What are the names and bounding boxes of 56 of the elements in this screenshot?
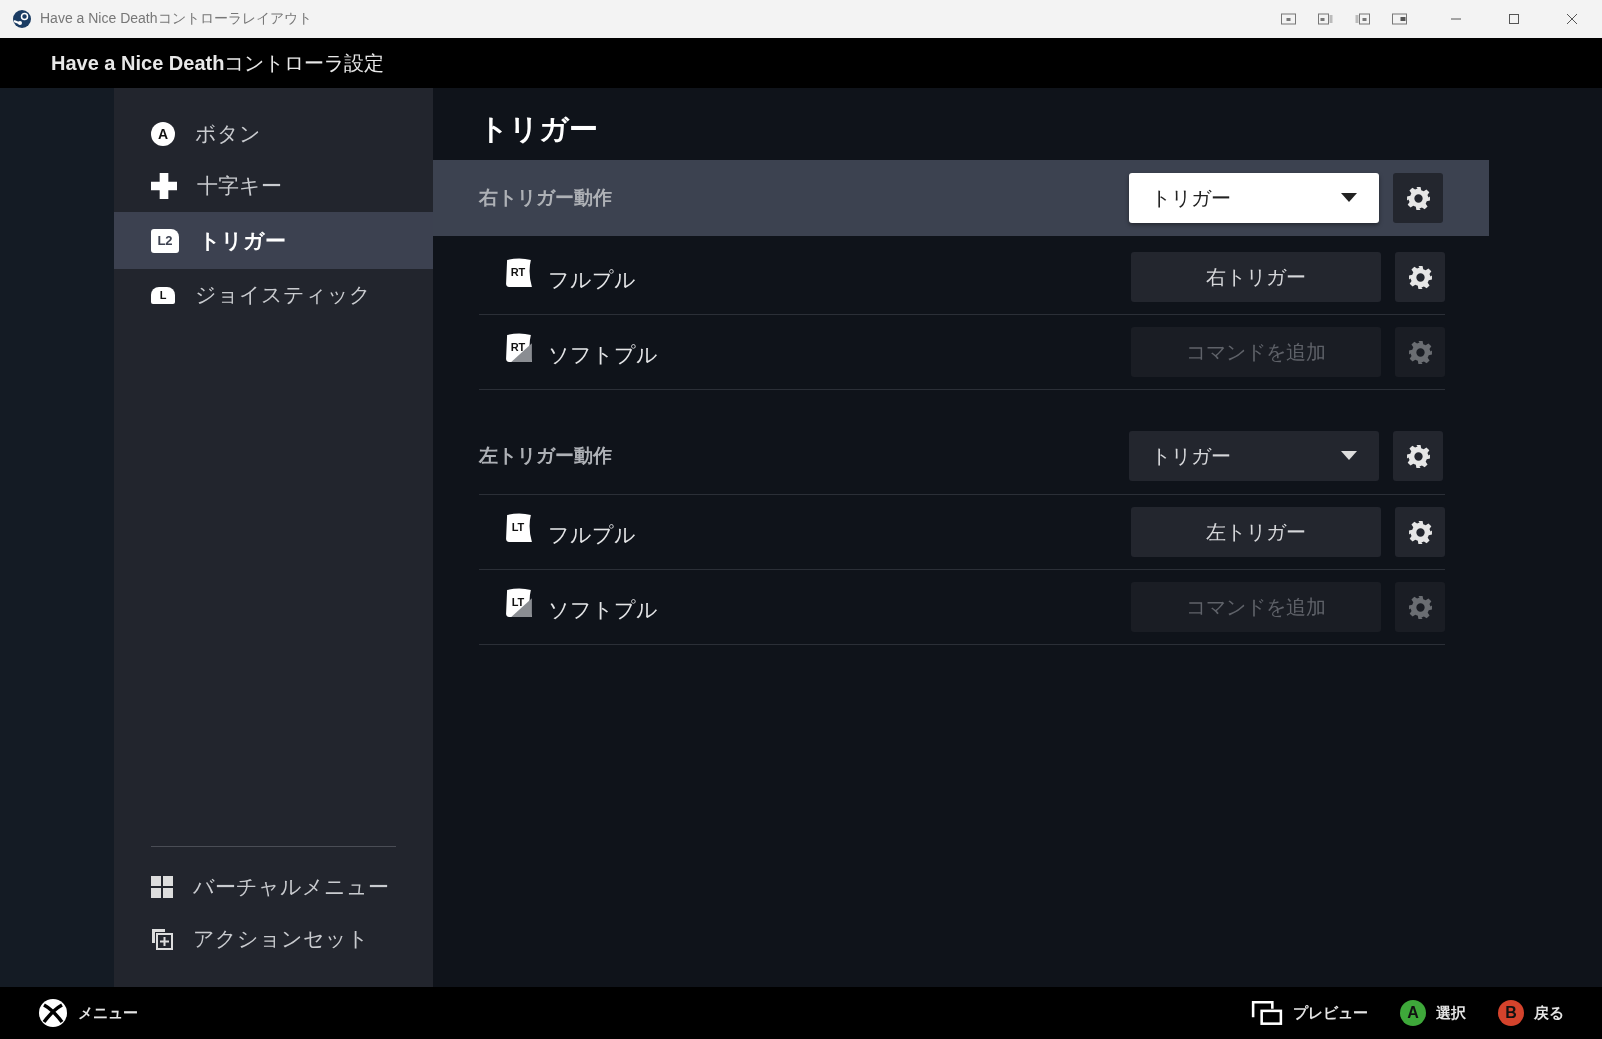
settings-icon	[1407, 519, 1433, 545]
app-logo-icon	[12, 9, 32, 29]
settings-icon	[1407, 339, 1433, 365]
maximize-icon[interactable]	[1508, 13, 1520, 25]
settings-icon	[1405, 443, 1431, 469]
menu-hint: メニュー	[78, 1003, 138, 1023]
settings-button[interactable]	[1393, 431, 1443, 481]
window-title: Have a Nice Deathコントローラレイアウト	[40, 10, 312, 28]
controller-button-icon: B	[1498, 1000, 1524, 1026]
stick-glyph-icon: L	[151, 286, 175, 304]
add-layer-icon	[151, 928, 173, 950]
close-icon[interactable]	[1566, 13, 1578, 25]
caret-icon	[1341, 193, 1357, 203]
action-label: ソフトプル	[548, 342, 658, 368]
action-label: フルプル	[548, 267, 636, 293]
page-title: Have a Nice Deathコントローラ設定	[51, 50, 385, 76]
trigger-glyph-icon: L2	[151, 228, 179, 253]
windows-icon	[1251, 1000, 1283, 1026]
sidebar-item[interactable]: 十字キー	[114, 160, 433, 212]
caret-icon	[1341, 451, 1357, 461]
screen-icon[interactable]	[1317, 13, 1334, 25]
mode-dropdown[interactable]: トリガー	[1129, 173, 1379, 223]
sidebar-item[interactable]: L2 トリガー	[114, 212, 433, 269]
full-trigger-icon: RT	[505, 257, 534, 289]
sidebar-item[interactable]: L ジョイスティック	[114, 269, 433, 321]
action-label: ソフトプル	[548, 597, 658, 623]
button-glyph-icon: A	[151, 122, 175, 146]
screen-icon[interactable]	[1280, 13, 1297, 25]
group-title: 左トリガー動作	[479, 444, 612, 468]
settings-icon	[1405, 185, 1431, 211]
settings-button[interactable]	[1395, 507, 1445, 557]
xbox-logo-icon	[38, 998, 68, 1028]
binding-button[interactable]: 右トリガー	[1131, 252, 1381, 302]
section-title: トリガー	[478, 112, 599, 147]
sidebar-item[interactable]: アクションセット	[114, 913, 433, 965]
settings-icon	[1407, 594, 1433, 620]
plus-icon	[151, 173, 177, 199]
control-hint: 戻る	[1534, 1003, 1564, 1023]
sidebar-item[interactable]: バーチャルメニュー	[114, 861, 433, 913]
full-trigger-icon: LT	[505, 512, 534, 544]
controller-button-icon: A	[1400, 1000, 1426, 1026]
soft-trigger-icon: RT	[505, 332, 534, 364]
settings-icon	[1407, 264, 1433, 290]
grid-icon	[151, 876, 173, 898]
binding-button[interactable]: 左トリガー	[1131, 507, 1381, 557]
sidebar-item[interactable]: A ボタン	[114, 108, 433, 160]
screen-icon[interactable]	[1354, 13, 1371, 25]
action-label: フルプル	[548, 522, 636, 548]
screen-icon[interactable]	[1391, 13, 1408, 25]
soft-trigger-icon: LT	[505, 587, 534, 619]
settings-button[interactable]	[1393, 173, 1443, 223]
settings-button[interactable]	[1395, 252, 1445, 302]
group-title: 右トリガー動作	[479, 186, 612, 210]
mode-dropdown[interactable]: トリガー	[1129, 431, 1379, 481]
control-hint: 選択	[1436, 1003, 1466, 1023]
control-hint: プレビュー	[1293, 1003, 1368, 1023]
